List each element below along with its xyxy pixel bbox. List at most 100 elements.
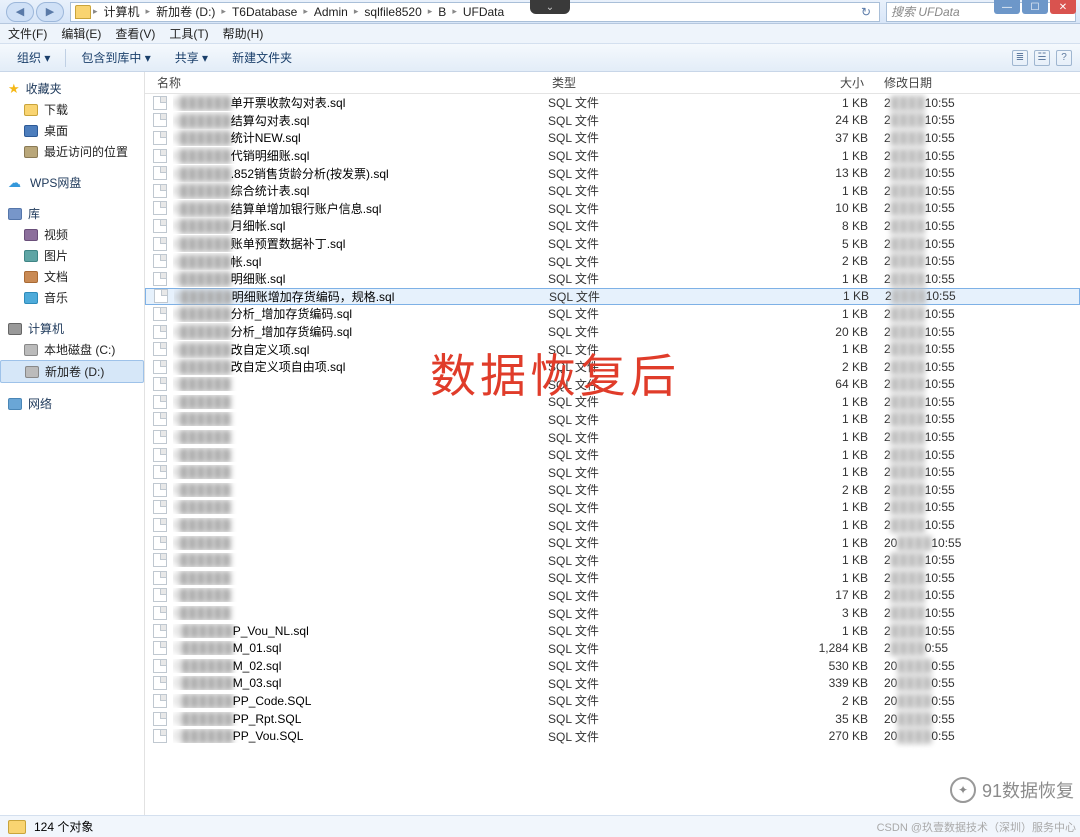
col-type[interactable]: 类型 bbox=[548, 74, 798, 91]
file-icon bbox=[153, 588, 167, 602]
new-folder-button[interactable]: 新建文件夹 bbox=[223, 46, 301, 69]
file-row[interactable]: 8██████改自定义项.sqlSQL 文件1 KB2████10:55 bbox=[145, 340, 1080, 358]
breadcrumb-item[interactable]: T6Database bbox=[228, 5, 301, 19]
col-name[interactable]: 名称 bbox=[153, 74, 548, 91]
file-row[interactable]: 8██████月细帐.sqlSQL 文件8 KB2████10:55 bbox=[145, 217, 1080, 235]
file-pane: 名称 类型 大小 修改日期 8██████单开票收款勾对表.sqlSQL 文件1… bbox=[145, 72, 1080, 815]
nav-forward-button[interactable]: ▶ bbox=[36, 2, 64, 22]
file-row[interactable]: D██████M_01.sqlSQL 文件1,284 KB2████0:55 bbox=[145, 639, 1080, 657]
file-type: SQL 文件 bbox=[548, 657, 798, 674]
sidebar-computer[interactable]: 计算机 bbox=[0, 318, 144, 339]
breadcrumb-item[interactable]: B bbox=[434, 5, 450, 19]
sidebar-music[interactable]: 音乐 bbox=[0, 287, 144, 308]
column-headers[interactable]: 名称 类型 大小 修改日期 bbox=[145, 72, 1080, 94]
file-row[interactable]: D██████PP_Code.SQLSQL 文件2 KB20████0:55 bbox=[145, 692, 1080, 710]
breadcrumb-item[interactable]: 计算机 bbox=[100, 3, 144, 20]
file-row[interactable]: 6██████SQL 文件1 KB2████10:55 bbox=[145, 516, 1080, 534]
help-icon[interactable]: ? bbox=[1056, 50, 1072, 66]
file-row[interactable]: 8██████账单预置数据补丁.sqlSQL 文件5 KB2████10:55 bbox=[145, 235, 1080, 253]
file-row[interactable]: 5██████SQL 文件64 KB2████10:55 bbox=[145, 376, 1080, 394]
file-row[interactable]: 6██████SQL 文件1 KB2████10:55 bbox=[145, 446, 1080, 464]
file-row[interactable]: 8██████单开票收款勾对表.sqlSQL 文件1 KB2████10:55 bbox=[145, 94, 1080, 112]
file-row[interactable]: 6██████SQL 文件1 KB2████10:55 bbox=[145, 499, 1080, 517]
sidebar-disk-d[interactable]: 新加卷 (D:) bbox=[0, 360, 144, 383]
file-row[interactable]: 8██████统计NEW.sqlSQL 文件37 KB2████10:55 bbox=[145, 129, 1080, 147]
menu-tools[interactable]: 工具(T) bbox=[169, 25, 208, 42]
file-row[interactable]: D██████P_Vou_NL.sqlSQL 文件1 KB2████10:55 bbox=[145, 622, 1080, 640]
file-row[interactable]: 8██████明细账增加存货编码，规格.sqlSQL 文件1 KB2████10… bbox=[145, 288, 1080, 306]
file-row[interactable]: 6██████SQL 文件17 KB2████10:55 bbox=[145, 587, 1080, 605]
window-maximize-button[interactable]: ☐ bbox=[1022, 0, 1048, 14]
menu-view[interactable]: 查看(V) bbox=[115, 25, 155, 42]
file-row[interactable]: D██████M_02.sqlSQL 文件530 KB20████0:55 bbox=[145, 657, 1080, 675]
file-type: SQL 文件 bbox=[548, 323, 798, 340]
file-row[interactable]: 8██████综合统计表.sqlSQL 文件1 KB2████10:55 bbox=[145, 182, 1080, 200]
file-row[interactable]: 6██████SQL 文件1 KB2████10:55 bbox=[145, 463, 1080, 481]
file-date: 20████10:55 bbox=[868, 536, 1072, 550]
file-date: 2████10:55 bbox=[868, 518, 1072, 532]
sidebar-downloads[interactable]: 下载 bbox=[0, 99, 144, 120]
dropdown-tab[interactable]: ⌄ bbox=[530, 0, 570, 14]
sidebar-desktop[interactable]: 桌面 bbox=[0, 120, 144, 141]
refresh-icon[interactable]: ↻ bbox=[857, 5, 875, 19]
sidebar-videos[interactable]: 视频 bbox=[0, 224, 144, 245]
sidebar-network[interactable]: 网络 bbox=[0, 393, 144, 414]
menu-file[interactable]: 文件(F) bbox=[8, 25, 47, 42]
menu-edit[interactable]: 编辑(E) bbox=[61, 25, 101, 42]
computer-icon bbox=[8, 323, 22, 335]
breadcrumb-item[interactable]: 新加卷 (D:) bbox=[152, 3, 219, 20]
file-icon bbox=[153, 518, 167, 532]
file-row[interactable]: D██████PP_Vou.SQLSQL 文件270 KB20████0:55 bbox=[145, 727, 1080, 745]
file-row[interactable]: 6██████SQL 文件3 KB2████10:55 bbox=[145, 604, 1080, 622]
file-row[interactable]: 8██████帐.sqlSQL 文件2 KB2████10:55 bbox=[145, 252, 1080, 270]
sidebar-libraries[interactable]: 库 bbox=[0, 203, 144, 224]
file-row[interactable]: 8██████改自定义项自由项.sqlSQL 文件2 KB2████10:55 bbox=[145, 358, 1080, 376]
file-type: SQL 文件 bbox=[548, 393, 798, 410]
details-pane-icon[interactable]: ☱ bbox=[1034, 50, 1050, 66]
file-row[interactable]: 8██████结算勾对表.sqlSQL 文件24 KB2████10:55 bbox=[145, 112, 1080, 130]
file-date: 2████10:55 bbox=[868, 606, 1072, 620]
nav-back-button[interactable]: ◀ bbox=[6, 2, 34, 22]
file-size: 270 KB bbox=[798, 729, 868, 743]
file-row[interactable]: D██████PP_Rpt.SQLSQL 文件35 KB20████0:55 bbox=[145, 710, 1080, 728]
file-list[interactable]: 8██████单开票收款勾对表.sqlSQL 文件1 KB2████10:558… bbox=[145, 94, 1080, 815]
col-size[interactable]: 大小 bbox=[798, 74, 868, 91]
file-row[interactable]: 6██████SQL 文件1 KB2████10:55 bbox=[145, 551, 1080, 569]
window-close-button[interactable]: ✕ bbox=[1050, 0, 1076, 14]
file-row[interactable]: 6██████SQL 文件1 KB2████10:55 bbox=[145, 569, 1080, 587]
sidebar-recent[interactable]: 最近访问的位置 bbox=[0, 141, 144, 162]
sidebar-wps[interactable]: ☁WPS网盘 bbox=[0, 172, 144, 193]
sidebar-pictures[interactable]: 图片 bbox=[0, 245, 144, 266]
file-size: 1 KB bbox=[798, 307, 868, 321]
breadcrumb[interactable]: ▸ 计算机 ▸ 新加卷 (D:) ▸ T6Database ▸ Admin ▸ … bbox=[70, 2, 880, 22]
file-icon bbox=[153, 342, 167, 356]
sidebar-favorites[interactable]: ★收藏夹 bbox=[0, 78, 144, 99]
file-row[interactable]: 8██████代销明细账.sqlSQL 文件1 KB2████10:55 bbox=[145, 147, 1080, 165]
menu-help[interactable]: 帮助(H) bbox=[223, 25, 264, 42]
share-button[interactable]: 共享 ▾ bbox=[166, 46, 217, 69]
col-date[interactable]: 修改日期 bbox=[868, 74, 1080, 91]
breadcrumb-item[interactable]: UFData bbox=[459, 5, 508, 19]
file-row[interactable]: 8██████明细账.sqlSQL 文件1 KB2████10:55 bbox=[145, 270, 1080, 288]
file-date: 2████0:55 bbox=[868, 641, 1072, 655]
file-row[interactable]: 6██████SQL 文件1 KB2████10:55 bbox=[145, 411, 1080, 429]
view-mode-icon[interactable]: ≣ bbox=[1012, 50, 1028, 66]
file-icon bbox=[153, 166, 167, 180]
file-row[interactable]: 6██████SQL 文件2 KB2████10:55 bbox=[145, 481, 1080, 499]
window-minimize-button[interactable]: — bbox=[994, 0, 1020, 14]
breadcrumb-item[interactable]: sqlfile8520 bbox=[360, 5, 425, 19]
file-row[interactable]: 5██████SQL 文件1 KB2████10:55 bbox=[145, 393, 1080, 411]
breadcrumb-item[interactable]: Admin bbox=[310, 5, 352, 19]
file-row[interactable]: D██████M_03.sqlSQL 文件339 KB20████0:55 bbox=[145, 675, 1080, 693]
file-row[interactable]: 6██████SQL 文件1 KB2████10:55 bbox=[145, 428, 1080, 446]
file-row[interactable]: 8██████分析_增加存货编码.sqlSQL 文件20 KB2████10:5… bbox=[145, 323, 1080, 341]
sidebar-documents[interactable]: 文档 bbox=[0, 266, 144, 287]
sidebar-disk-c[interactable]: 本地磁盘 (C:) bbox=[0, 339, 144, 360]
file-row[interactable]: 8██████.852销售货龄分析(按发票).sqlSQL 文件13 KB2██… bbox=[145, 164, 1080, 182]
file-row[interactable]: 8██████分析_增加存货编码.sqlSQL 文件1 KB2████10:55 bbox=[145, 305, 1080, 323]
organize-button[interactable]: 组织 ▾ bbox=[8, 46, 59, 69]
file-row[interactable]: 6██████SQL 文件1 KB20████10:55 bbox=[145, 534, 1080, 552]
file-row[interactable]: 8██████结算单增加银行账户信息.sqlSQL 文件10 KB2████10… bbox=[145, 200, 1080, 218]
include-in-library-button[interactable]: 包含到库中 ▾ bbox=[72, 46, 159, 69]
file-type: SQL 文件 bbox=[548, 182, 798, 199]
